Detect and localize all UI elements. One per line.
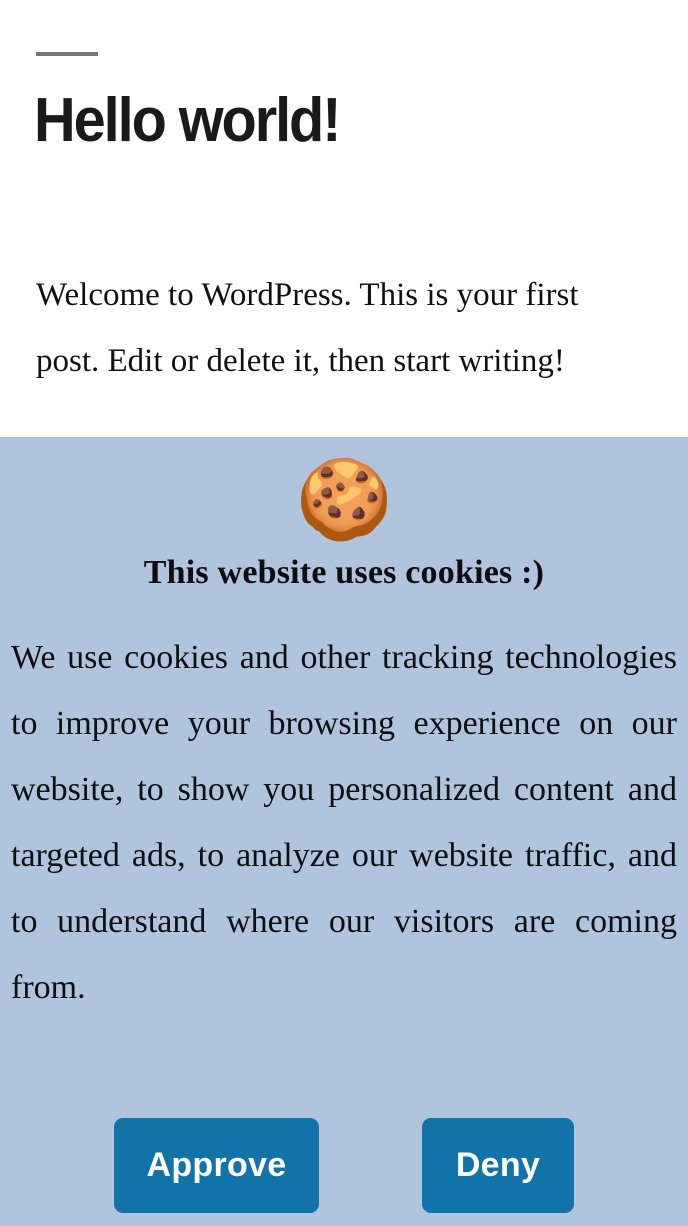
cookie-banner-heading: This website uses cookies :) [143, 554, 545, 591]
cookie-banner-description: We use cookies and other tracking techno… [11, 639, 677, 1006]
deny-button[interactable]: Deny [422, 1118, 574, 1213]
cookie-consent-banner: 🍪 This website uses cookies :) We use co… [0, 437, 688, 1226]
post-body-text: Welcome to WordPress. This is your first… [36, 277, 579, 379]
post-divider [36, 52, 98, 56]
approve-button[interactable]: Approve [114, 1118, 319, 1213]
cookie-icon: 🍪 [295, 455, 393, 545]
page-title: Hello world! [34, 86, 341, 155]
cookie-banner-actions: Approve Deny [0, 1118, 688, 1213]
